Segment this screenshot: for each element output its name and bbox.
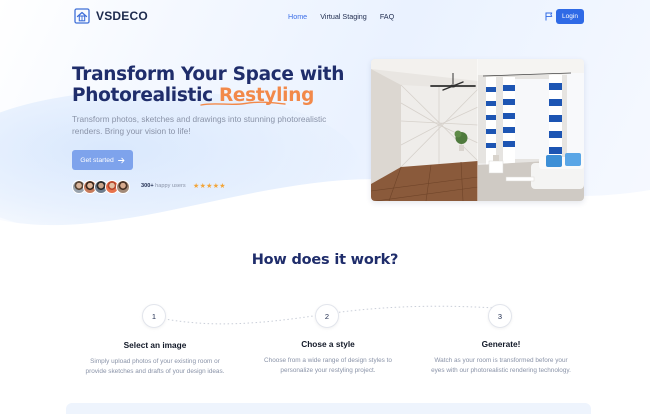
- step-3-description-line1: Watch as your room is transformed before…: [434, 357, 568, 364]
- room-illustration: [371, 59, 584, 201]
- step-1-title: Select an image: [123, 340, 187, 350]
- step-1-description: Simply upload photos of your existing ro…: [65, 357, 245, 377]
- step-1-description-line1: Simply upload photos of your existing ro…: [90, 358, 220, 365]
- avatar: [116, 180, 130, 194]
- step-3-description-line2: eyes with our photorealistic rendering t…: [431, 367, 571, 374]
- nav-home-link[interactable]: Home: [288, 12, 307, 21]
- page: VSDECO Home Virtual Staging FAQ Login Tr…: [0, 0, 650, 414]
- hero-subtitle: Transform photos, sketches and drawings …: [72, 114, 327, 136]
- brand-name: VSDECO: [96, 9, 148, 23]
- hero-title-line1: Transform Your Space with: [72, 64, 345, 85]
- step-3-number: 3: [488, 304, 512, 328]
- step-1-number: 1: [142, 304, 166, 328]
- nav-faq-link[interactable]: FAQ: [380, 12, 394, 21]
- how-it-works-title: How does it work?: [251, 252, 399, 268]
- top-navbar: VSDECO Home Virtual Staging FAQ Login: [0, 0, 650, 34]
- step-3-description: Watch as your room is transformed before…: [411, 356, 591, 376]
- happy-users-count: 300+: [141, 183, 154, 189]
- happy-users-label: happy users: [155, 183, 186, 189]
- step-2-description: Choose from a wide range of design style…: [238, 356, 418, 376]
- brand-logo[interactable]: VSDECO: [74, 8, 148, 24]
- before-after-room-image[interactable]: [371, 59, 584, 201]
- rating-stars: ★★★★★: [193, 182, 226, 190]
- step-2-number: 2: [315, 304, 339, 328]
- step-2-description-line1: Choose from a wide range of design style…: [264, 357, 392, 364]
- get-started-button[interactable]: Get started: [72, 150, 133, 170]
- step-2-description-line2: personalize your restyling project.: [280, 367, 376, 374]
- login-button[interactable]: Login: [556, 9, 584, 24]
- next-section-card: [66, 403, 591, 414]
- arrow-right-icon: [117, 157, 125, 163]
- step-2-title: Chose a style: [301, 339, 355, 349]
- step-1-description-line2: provide sketches and drafts of your desi…: [85, 368, 225, 375]
- house-logo-icon: [74, 8, 90, 24]
- get-started-label: Get started: [80, 156, 114, 164]
- nav-virtual-staging-link[interactable]: Virtual Staging: [320, 12, 367, 21]
- main-nav: Home Virtual Staging FAQ: [288, 12, 394, 21]
- step-3-title: Generate!: [481, 339, 521, 349]
- hero-title: Transform Your Space with Photorealistic…: [72, 64, 372, 106]
- user-avatars: [72, 180, 130, 194]
- hero-title-line2-prefix: Photorealistic: [72, 85, 219, 106]
- flag-icon[interactable]: [545, 12, 553, 21]
- happy-users-text: 300+ happy users: [141, 183, 186, 189]
- accent-underline-squiggle: [200, 101, 286, 106]
